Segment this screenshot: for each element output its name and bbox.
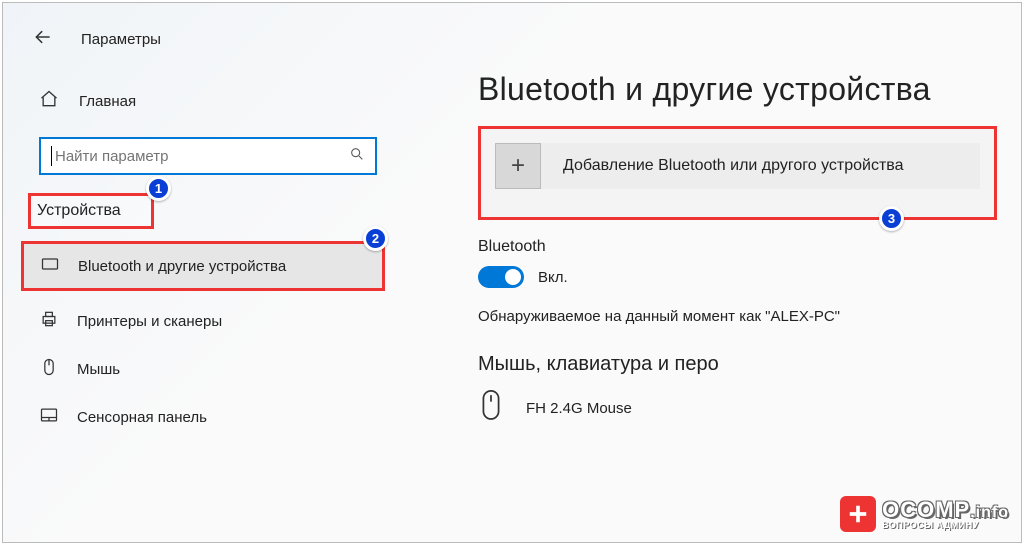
- device-name: FH 2.4G Mouse: [526, 400, 632, 417]
- app-title: Параметры: [81, 31, 161, 48]
- device-item[interactable]: FH 2.4G Mouse: [478, 388, 997, 429]
- plus-icon: +: [495, 143, 541, 189]
- discoverable-text: Обнаруживаемое на данный момент как "ALE…: [478, 308, 997, 325]
- bluetooth-toggle[interactable]: [478, 266, 524, 288]
- nav-label: Принтеры и сканеры: [77, 313, 222, 330]
- bluetooth-section: Bluetooth Вкл. Обнаруживаемое на данный …: [478, 238, 997, 325]
- sidebar-category-devices[interactable]: Устройства 1: [28, 193, 154, 229]
- watermark-tagline: ВОПРОСЫ АДМИНУ: [882, 521, 1009, 530]
- mouse-icon: [39, 357, 59, 381]
- annotation-badge-3: 3: [879, 206, 904, 231]
- mouse-device-icon: [478, 388, 504, 429]
- touchpad-icon: [39, 405, 59, 429]
- sidebar-item-bluetooth[interactable]: Bluetooth и другие устройства 2: [21, 241, 385, 291]
- watermark-suffix: .info: [970, 504, 1009, 521]
- category-label: Устройства: [37, 202, 121, 219]
- settings-window: Параметры Главная Устройства: [2, 2, 1022, 543]
- annotation-badge-2: 2: [363, 226, 388, 251]
- add-device-inner: + Добавление Bluetooth или другого устро…: [495, 143, 980, 189]
- text-cursor: [51, 146, 52, 166]
- search-input[interactable]: [39, 137, 377, 175]
- bluetooth-state: Вкл.: [538, 269, 568, 286]
- back-icon[interactable]: [33, 27, 53, 52]
- sidebar-item-printers[interactable]: Принтеры и сканеры: [3, 297, 403, 345]
- nav-label: Сенсорная панель: [77, 409, 207, 426]
- bluetooth-devices-icon: [40, 254, 60, 278]
- watermark-brand: OCOMP: [882, 497, 970, 522]
- sidebar: Параметры Главная Устройства: [3, 3, 403, 542]
- watermark-logo-icon: [840, 496, 876, 532]
- bluetooth-label: Bluetooth: [478, 238, 997, 256]
- nav-list: Bluetooth и другие устройства 2 Принтеры…: [3, 241, 403, 441]
- nav-label: Bluetooth и другие устройства: [78, 258, 286, 275]
- content-area: Bluetooth и другие устройства + Добавлен…: [478, 71, 997, 429]
- titlebar: Параметры: [3, 21, 403, 57]
- watermark: OCOMP.info ВОПРОСЫ АДМИНУ: [840, 496, 1009, 532]
- home-label: Главная: [79, 93, 136, 110]
- annotation-badge-1: 1: [146, 176, 171, 201]
- search-icon: [349, 146, 365, 167]
- search-field[interactable]: [55, 148, 349, 165]
- home-icon: [39, 89, 59, 114]
- sidebar-item-mouse[interactable]: Мышь: [3, 345, 403, 393]
- page-title: Bluetooth и другие устройства: [478, 71, 997, 108]
- section-mouse-keyboard: Мышь, клавиатура и перо: [478, 353, 997, 376]
- printer-icon: [39, 309, 59, 333]
- add-device-label: Добавление Bluetooth или другого устройс…: [563, 157, 904, 175]
- nav-label: Мышь: [77, 361, 120, 378]
- sidebar-item-home[interactable]: Главная: [3, 57, 403, 117]
- add-device-button[interactable]: + Добавление Bluetooth или другого устро…: [478, 126, 997, 220]
- sidebar-item-touchpad[interactable]: Сенсорная панель: [3, 393, 403, 441]
